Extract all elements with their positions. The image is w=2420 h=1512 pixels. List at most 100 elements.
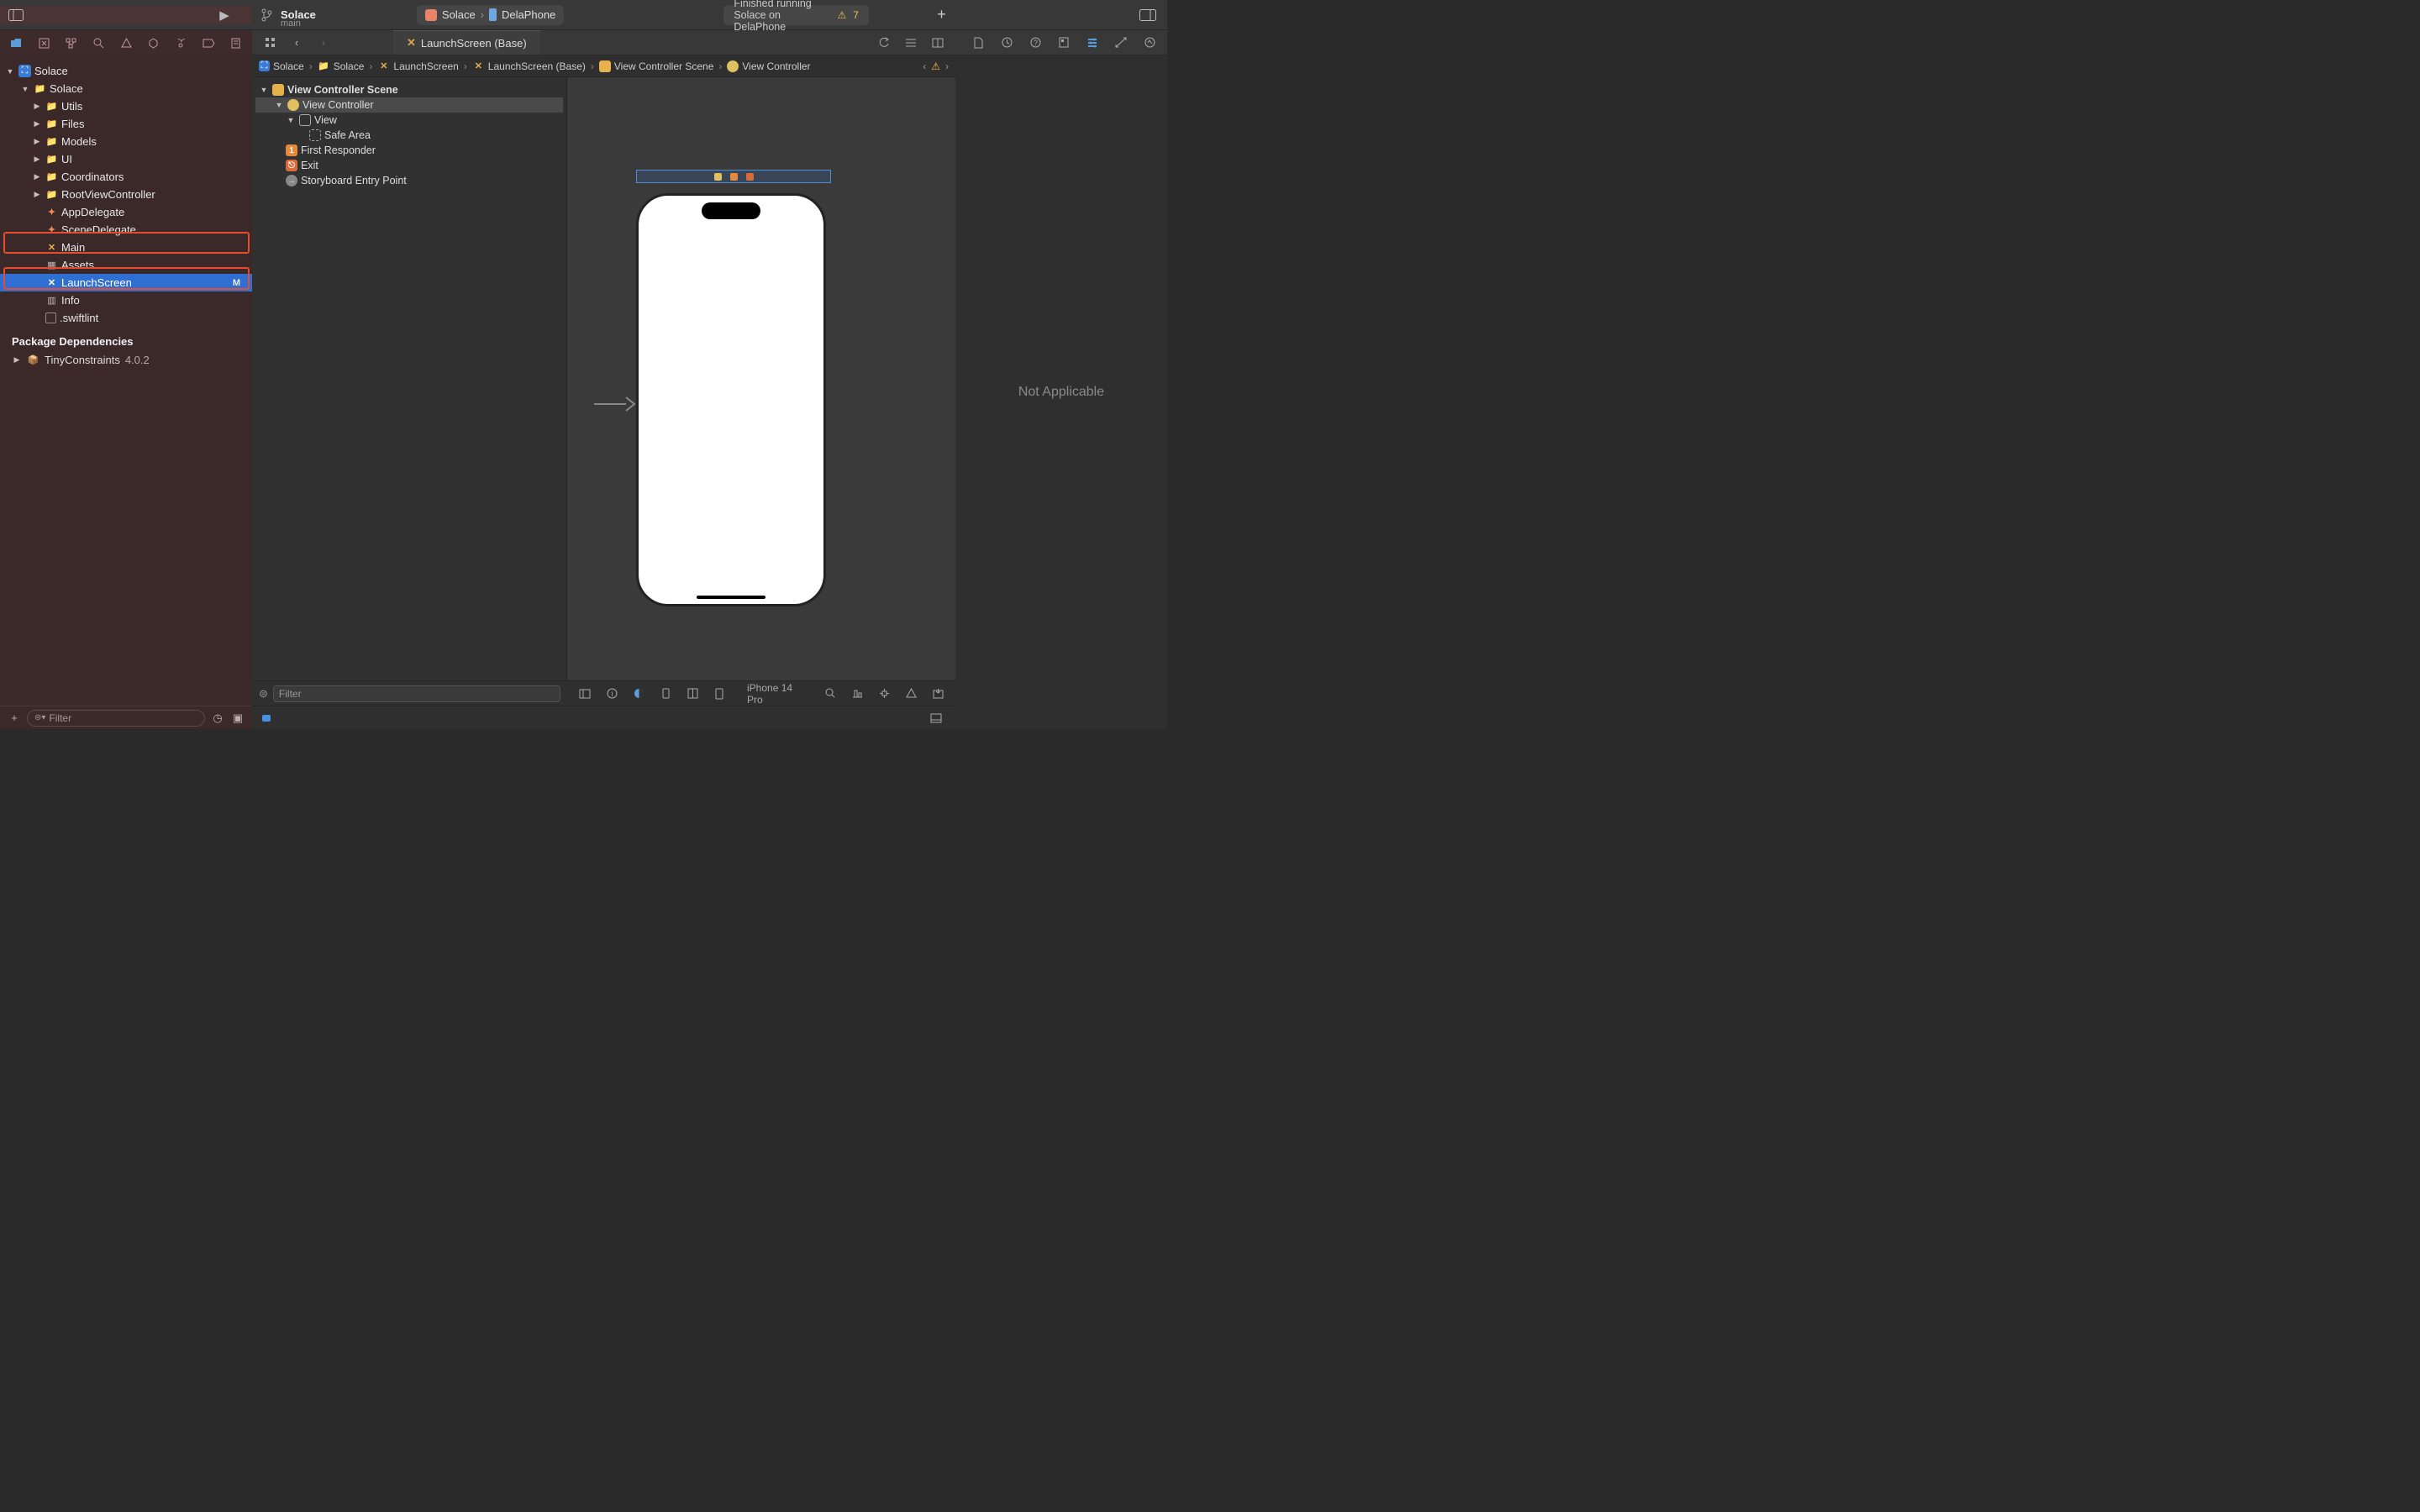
- outline-firstresponder[interactable]: 1First Responder: [255, 143, 563, 158]
- file-item[interactable]: ✦AppDelegate: [0, 203, 252, 221]
- breadcrumb-item[interactable]: Solace: [273, 60, 304, 72]
- identity-inspector-icon[interactable]: [1055, 34, 1073, 52]
- file-item[interactable]: ▦Assets: [0, 256, 252, 274]
- file-item-launchscreen[interactable]: ✕LaunchScreenM: [0, 274, 252, 291]
- adjust-editor-icon[interactable]: [902, 34, 920, 52]
- folder-item[interactable]: ▼ 📁 Solace: [0, 80, 252, 97]
- folder-item[interactable]: ▶📁RootViewController: [0, 186, 252, 203]
- issue-navigator-icon[interactable]: [118, 34, 134, 52]
- embed-icon[interactable]: [929, 685, 947, 703]
- file-item[interactable]: ▥Info: [0, 291, 252, 309]
- align-icon[interactable]: [848, 685, 866, 703]
- exit-dock-icon[interactable]: [746, 173, 754, 181]
- breadcrumb-item[interactable]: Solace: [334, 60, 365, 72]
- editor-tab[interactable]: ✕ LaunchScreen (Base): [393, 30, 540, 55]
- outline-entrypoint[interactable]: →Storyboard Entry Point: [255, 173, 563, 188]
- scene-dock[interactable]: [636, 170, 831, 183]
- file-inspector-icon[interactable]: [969, 34, 987, 52]
- attributes-inspector-icon[interactable]: [1083, 34, 1102, 52]
- scheme-selector[interactable]: Solace › DelaPhone: [417, 5, 564, 25]
- debug-navigator-icon[interactable]: [173, 34, 189, 52]
- chevron-right-icon[interactable]: ▶: [32, 102, 42, 111]
- history-inspector-icon[interactable]: [997, 34, 1016, 52]
- outline-viewcontroller[interactable]: ▼View Controller: [255, 97, 563, 113]
- outline-exit[interactable]: ⎋Exit: [255, 158, 563, 173]
- chevron-right-icon[interactable]: ▶: [32, 119, 42, 129]
- file-item[interactable]: ✦SceneDelegate: [0, 221, 252, 239]
- connections-inspector-icon[interactable]: [1140, 34, 1159, 52]
- outline-view[interactable]: ▼View: [255, 113, 563, 128]
- chevron-right-icon[interactable]: ▶: [12, 355, 22, 365]
- firstresponder-dock-icon[interactable]: [730, 173, 738, 181]
- project-navigator-icon[interactable]: [8, 34, 24, 52]
- navigator-filter[interactable]: ⊜▾ Filter: [27, 710, 205, 727]
- outline-scene[interactable]: ▼View Controller Scene: [255, 82, 563, 97]
- nav-back-icon[interactable]: ‹: [287, 34, 306, 52]
- help-inspector-icon[interactable]: ?: [1026, 34, 1044, 52]
- refresh-icon[interactable]: [875, 34, 893, 52]
- issue-prev-icon[interactable]: ‹: [923, 60, 926, 72]
- chevron-right-icon[interactable]: ▶: [32, 137, 42, 146]
- chevron-right-icon[interactable]: ▶: [32, 155, 42, 164]
- chevron-down-icon[interactable]: ▼: [20, 85, 30, 93]
- sidebar-toggle-icon[interactable]: [7, 6, 25, 24]
- new-tab-button[interactable]: +: [936, 6, 947, 24]
- library-toggle-icon[interactable]: [1139, 6, 1157, 24]
- activity-status[interactable]: Finished running Solace on DelaPhone ⚠ 7: [723, 5, 869, 25]
- chevron-down-icon[interactable]: ▼: [274, 101, 284, 109]
- project-root[interactable]: ▼ ⛶ Solace: [0, 62, 252, 80]
- run-button[interactable]: ▶: [215, 6, 234, 24]
- nav-forward-icon[interactable]: ›: [314, 34, 333, 52]
- zoom-icon[interactable]: [821, 685, 839, 703]
- resolve-icon[interactable]: [902, 685, 920, 703]
- outline-filter[interactable]: Filter: [273, 685, 560, 702]
- folder-item[interactable]: ▶📁Coordinators: [0, 168, 252, 186]
- pin-icon[interactable]: [875, 685, 893, 703]
- viewcontroller-scene[interactable]: [636, 170, 831, 606]
- issue-next-icon[interactable]: ›: [945, 60, 949, 72]
- file-item-main[interactable]: ✕Main: [0, 239, 252, 256]
- test-navigator-icon[interactable]: [145, 34, 161, 52]
- chevron-right-icon[interactable]: ▶: [32, 172, 42, 181]
- interface-builder-canvas[interactable]: [567, 77, 955, 680]
- folder-item[interactable]: ▶📁Files: [0, 115, 252, 133]
- warning-icon[interactable]: ⚠: [931, 60, 940, 72]
- orientation-icon[interactable]: [656, 685, 675, 703]
- folder-item[interactable]: ▶📁UI: [0, 150, 252, 168]
- layout-icon[interactable]: [683, 685, 702, 703]
- source-control-navigator-icon[interactable]: [36, 34, 52, 52]
- device-icon[interactable]: [710, 685, 729, 703]
- outline-toggle-icon[interactable]: [576, 685, 594, 703]
- add-file-button[interactable]: +: [7, 709, 22, 727]
- folder-item[interactable]: ▶📁Models: [0, 133, 252, 150]
- breadcrumb-item[interactable]: LaunchScreen: [393, 60, 458, 72]
- chevron-down-icon[interactable]: ▼: [286, 116, 296, 124]
- find-navigator-icon[interactable]: [91, 34, 107, 52]
- debug-indicator[interactable]: [262, 715, 271, 722]
- scm-filter-icon[interactable]: ▣: [230, 709, 245, 727]
- info-icon[interactable]: i: [602, 685, 621, 703]
- jump-bar[interactable]: ⛶Solace › 📁Solace › ✕LaunchScreen › ✕Lau…: [252, 55, 955, 77]
- related-items-icon[interactable]: [260, 34, 279, 52]
- recent-filter-icon[interactable]: ◷: [210, 709, 225, 727]
- file-item[interactable]: .swiftlint: [0, 309, 252, 327]
- editor-layout-icon[interactable]: [929, 34, 947, 52]
- report-navigator-icon[interactable]: [228, 34, 244, 52]
- breadcrumb-item[interactable]: View Controller Scene: [614, 60, 714, 72]
- symbol-navigator-icon[interactable]: [63, 34, 79, 52]
- chevron-down-icon[interactable]: ▼: [5, 67, 15, 76]
- chevron-down-icon[interactable]: ▼: [259, 86, 269, 94]
- size-inspector-icon[interactable]: [1112, 34, 1130, 52]
- chevron-right-icon[interactable]: ▶: [32, 190, 42, 199]
- device-view[interactable]: [636, 193, 826, 606]
- device-label[interactable]: iPhone 14 Pro: [747, 682, 811, 706]
- outline-safearea[interactable]: Safe Area: [255, 128, 563, 143]
- appearance-icon[interactable]: [629, 685, 648, 703]
- breadcrumb-item[interactable]: LaunchScreen (Base): [488, 60, 586, 72]
- debug-area-toggle-icon[interactable]: [927, 709, 945, 727]
- breakpoint-navigator-icon[interactable]: [201, 34, 217, 52]
- viewcontroller-dock-icon[interactable]: [714, 173, 722, 181]
- folder-item[interactable]: ▶📁Utils: [0, 97, 252, 115]
- breadcrumb-item[interactable]: View Controller: [742, 60, 810, 72]
- package-item[interactable]: ▶ 📦 TinyConstraints 4.0.2: [0, 351, 252, 368]
